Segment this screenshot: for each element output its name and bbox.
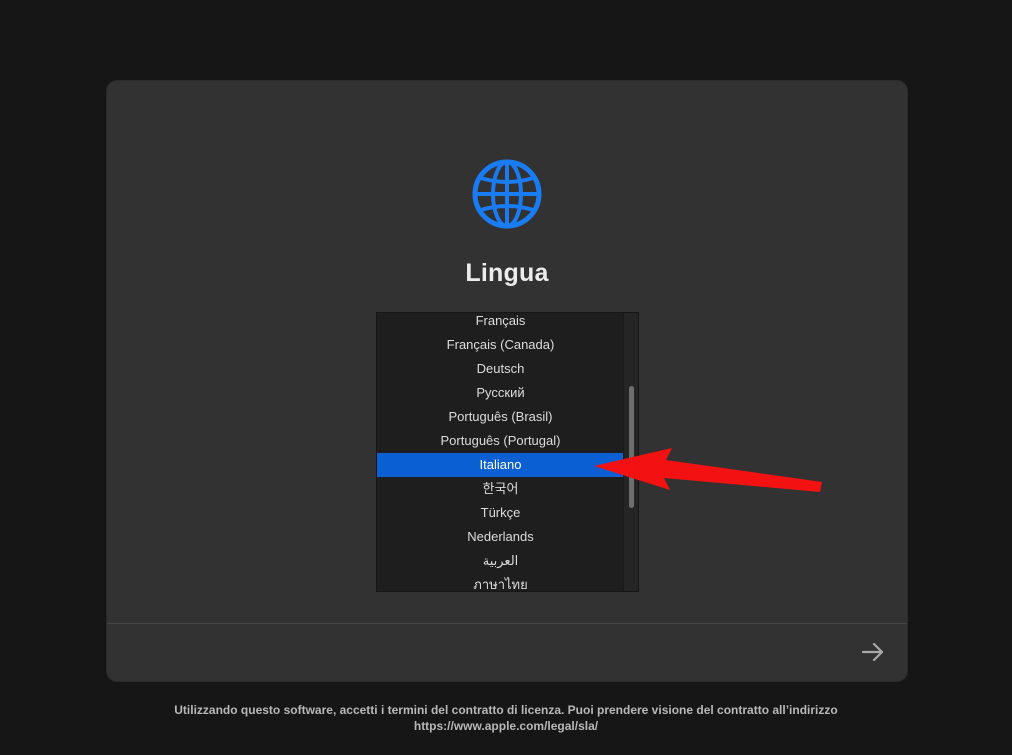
globe-icon: [472, 159, 542, 229]
language-option[interactable]: Türkçe: [377, 501, 624, 525]
language-option[interactable]: Русский: [377, 381, 624, 405]
license-link[interactable]: https://www.apple.com/legal/sla/: [0, 718, 1012, 734]
continue-button[interactable]: [858, 637, 888, 667]
language-list[interactable]: Français Français (Canada) Deutsch Русский P…: [376, 312, 639, 592]
language-option[interactable]: Português (Brasil): [377, 405, 624, 429]
language-option[interactable]: 한국어: [377, 477, 624, 501]
language-option[interactable]: Français: [377, 313, 624, 333]
language-list-items: Français Français (Canada) Deutsch Русский P…: [377, 313, 624, 591]
language-setup-panel: Lingua Français Français (Canada) Deutsch Р…: [107, 81, 907, 681]
license-text: Utilizzando questo software, accetti i t…: [174, 703, 838, 717]
page-title: Lingua: [465, 259, 549, 287]
arrow-right-icon: [861, 642, 884, 662]
footer-divider: [107, 623, 907, 624]
license-notice: Utilizzando questo software, accetti i t…: [0, 702, 1012, 734]
scrollbar-track[interactable]: [623, 313, 638, 591]
language-option[interactable]: ภาษาไทย: [377, 573, 624, 591]
language-option[interactable]: Deutsch: [377, 357, 624, 381]
language-option[interactable]: Italiano: [377, 453, 624, 477]
language-option[interactable]: Français (Canada): [377, 333, 624, 357]
language-option[interactable]: Nederlands: [377, 525, 624, 549]
language-option[interactable]: العربية: [377, 549, 624, 573]
scrollbar-thumb[interactable]: [629, 386, 634, 508]
language-option[interactable]: Português (Portugal): [377, 429, 624, 453]
